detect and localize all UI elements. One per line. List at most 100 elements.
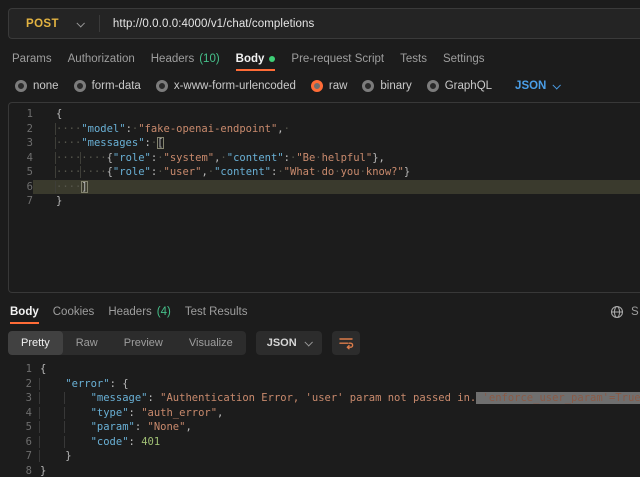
request-url-bar: POST http://0.0.0.0:4000/v1/chat/complet… — [8, 8, 640, 39]
code-line[interactable]: 6····] — [9, 180, 640, 195]
response-tabs: Body Cookies Headers (4) Test Results — [0, 299, 640, 324]
line-number: 1 — [0, 362, 32, 377]
line-number: 7 — [0, 449, 32, 464]
request-tab-tests[interactable]: Tests — [400, 46, 427, 71]
request-body-editor[interactable]: 1{2····"model":·"fake-openai-endpoint",·… — [8, 102, 640, 293]
tab-label: Pre-request Script — [291, 53, 384, 65]
response-language-label: JSON — [267, 337, 297, 349]
chevron-down-icon — [553, 81, 561, 89]
method-selector[interactable]: POST — [9, 18, 99, 30]
code-line[interactable]: 1{ — [9, 107, 640, 122]
request-tab-body[interactable]: Body — [236, 46, 276, 71]
tab-label: Test Results — [185, 306, 248, 318]
radio-label: raw — [329, 80, 348, 92]
line-number: 2 — [0, 377, 32, 392]
response-header-right: S — [610, 299, 640, 324]
code-line[interactable]: 3 "message": "Authentication Error, 'use… — [0, 391, 640, 406]
method-label: POST — [26, 18, 59, 30]
line-number: 6 — [0, 435, 32, 450]
tab-label: Body — [236, 53, 265, 65]
view-preview[interactable]: Preview — [111, 331, 176, 355]
request-tab-headers[interactable]: Headers (10) — [151, 46, 220, 71]
view-pretty[interactable]: Pretty — [8, 331, 63, 355]
line-number: 1 — [9, 107, 33, 122]
unsaved-changes-dot — [269, 56, 275, 62]
body-type-form-data[interactable]: form-data — [74, 80, 141, 92]
globe-icon[interactable] — [610, 305, 624, 319]
line-number: 8 — [0, 464, 32, 477]
response-tab-test-results[interactable]: Test Results — [185, 299, 248, 324]
line-number: 3 — [0, 391, 32, 406]
radio-icon — [362, 80, 374, 92]
radio-label: none — [33, 80, 59, 92]
code-line[interactable]: 4········{"role":·"system",·"content":·"… — [9, 151, 640, 166]
code-line[interactable]: 6 "code": 401 — [0, 435, 640, 450]
chevron-down-icon — [304, 338, 312, 346]
tab-label: Cookies — [53, 306, 95, 318]
body-type-row: none form-data x-www-form-urlencoded raw bin… — [0, 73, 640, 99]
request-tab-authorization[interactable]: Authorization — [68, 46, 135, 71]
code-line[interactable]: 1{ — [0, 362, 640, 377]
code-line[interactable]: 7} — [9, 194, 640, 209]
line-number: 2 — [9, 122, 33, 137]
body-type-x-www-form-urlencoded[interactable]: x-www-form-urlencoded — [156, 80, 296, 92]
body-type-raw[interactable]: raw — [311, 80, 348, 92]
response-tab-body[interactable]: Body — [10, 299, 39, 324]
line-number: 3 — [9, 136, 33, 151]
code-line[interactable]: 5········{"role":·"user",·"content":·"Wh… — [9, 165, 640, 180]
request-tabs: Params Authorization Headers (10) Body Pre-re… — [0, 46, 640, 71]
raw-language-label: JSON — [515, 80, 546, 92]
radio-icon — [427, 80, 439, 92]
request-tab-pre-request-script[interactable]: Pre-request Script — [291, 46, 384, 71]
tab-label: Headers — [151, 53, 194, 65]
line-number: 5 — [0, 420, 32, 435]
code-line[interactable]: 3····"messages":·[ — [9, 136, 640, 151]
code-line[interactable]: 2····"model":·"fake-openai-endpoint",· — [9, 122, 640, 137]
code-line[interactable]: 4 "type": "auth_error", — [0, 406, 640, 421]
code-line[interactable]: 8} — [0, 464, 640, 477]
line-number: 5 — [9, 165, 33, 180]
radio-label: binary — [380, 80, 411, 92]
code-line[interactable]: 5 "param": "None", — [0, 420, 640, 435]
wrap-text-button[interactable] — [332, 331, 360, 355]
tab-label: Authorization — [68, 53, 135, 65]
request-tab-params[interactable]: Params — [12, 46, 52, 71]
line-number: 6 — [9, 180, 33, 195]
radio-label: x-www-form-urlencoded — [174, 80, 296, 92]
tab-label: Params — [12, 53, 52, 65]
radio-icon — [15, 80, 27, 92]
radio-icon — [74, 80, 86, 92]
response-body-editor[interactable]: 1{2 "error": {3 "message": "Authenticati… — [0, 359, 640, 477]
url-input[interactable]: http://0.0.0.0:4000/v1/chat/completions — [113, 18, 314, 30]
body-type-none[interactable]: none — [15, 80, 59, 92]
body-type-options: none form-data x-www-form-urlencoded raw bin… — [15, 80, 492, 92]
body-type-binary[interactable]: binary — [362, 80, 411, 92]
tab-count: (4) — [157, 306, 171, 318]
request-tab-settings[interactable]: Settings — [443, 46, 485, 71]
response-tab-cookies[interactable]: Cookies — [53, 299, 95, 324]
api-client-window: POST http://0.0.0.0:4000/v1/chat/complet… — [0, 0, 640, 477]
tab-label: Body — [10, 306, 39, 318]
view-raw[interactable]: Raw — [63, 331, 111, 355]
line-number: 7 — [9, 194, 33, 209]
raw-language-selector[interactable]: JSON — [515, 80, 559, 92]
radio-label: GraphQL — [445, 80, 492, 92]
tab-count: (10) — [199, 53, 219, 65]
response-toolbar: PrettyRawPreviewVisualize JSON — [8, 331, 360, 355]
divider — [99, 15, 100, 32]
code-line[interactable]: 2 "error": { — [0, 377, 640, 392]
response-view-switch: PrettyRawPreviewVisualize — [8, 331, 246, 355]
response-language-selector[interactable]: JSON — [256, 331, 322, 355]
radio-icon — [311, 80, 323, 92]
clipped-status-text: S — [631, 306, 639, 318]
tab-label: Headers — [108, 306, 151, 318]
line-number: 4 — [0, 406, 32, 421]
view-visualize[interactable]: Visualize — [176, 331, 246, 355]
chevron-down-icon — [76, 19, 84, 27]
response-tab-headers[interactable]: Headers (4) — [108, 299, 171, 324]
code-line[interactable]: 7 } — [0, 449, 640, 464]
wrap-text-icon — [338, 336, 354, 350]
radio-icon — [156, 80, 168, 92]
body-type-graphql[interactable]: GraphQL — [427, 80, 492, 92]
radio-label: form-data — [92, 80, 141, 92]
